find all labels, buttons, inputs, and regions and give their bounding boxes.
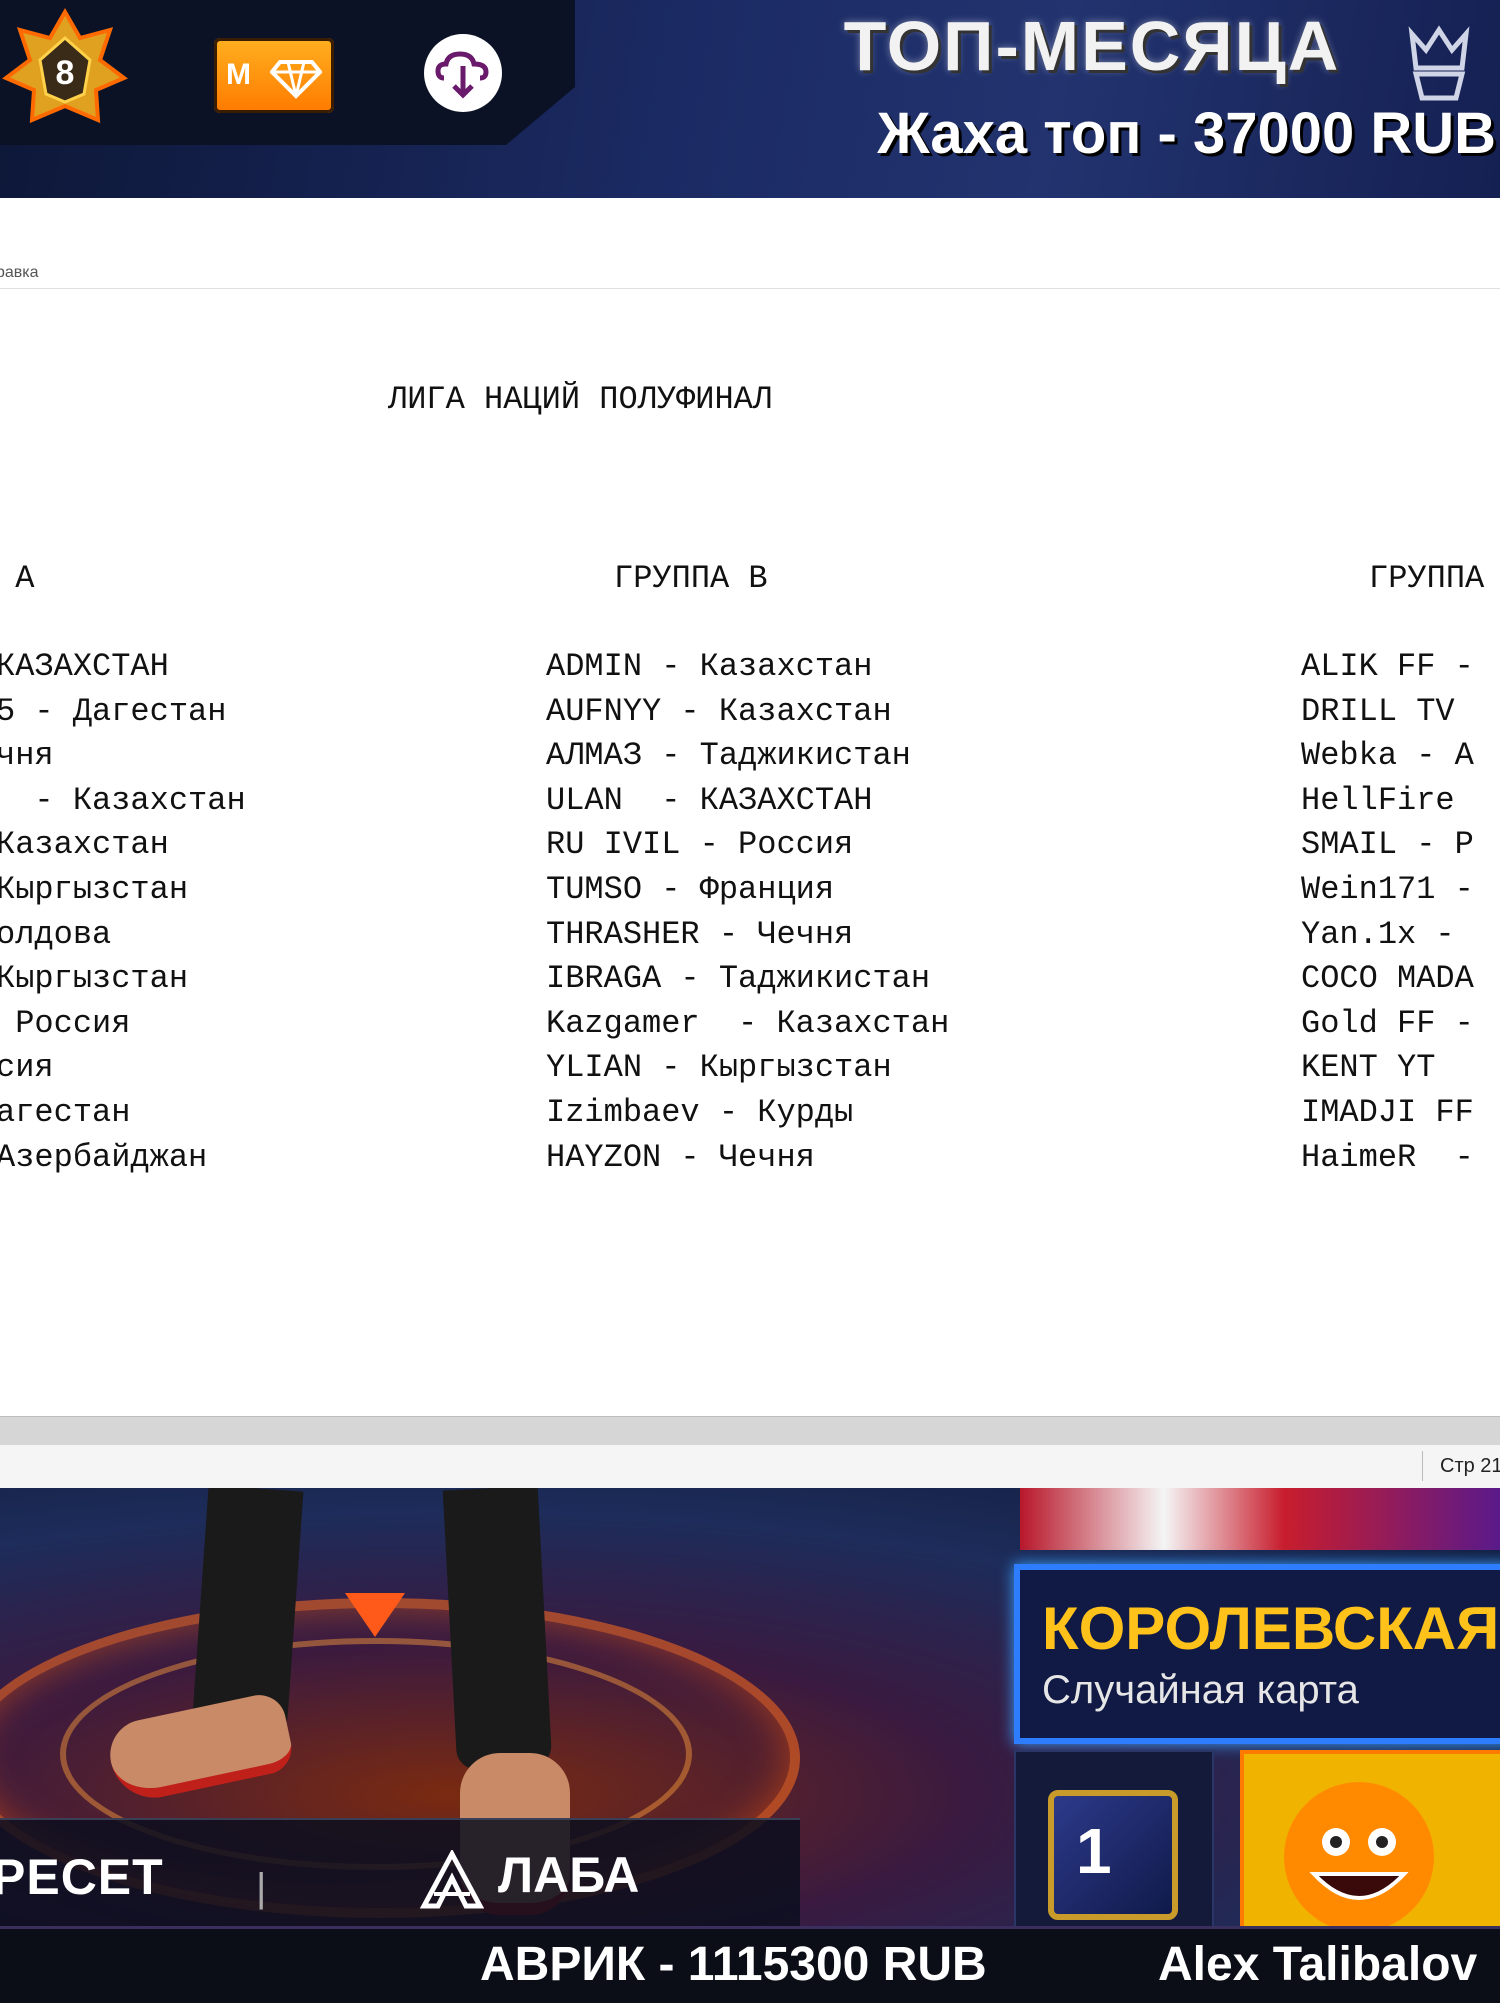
list-item: чня [0, 737, 54, 775]
cloud-download-icon[interactable] [424, 34, 502, 112]
smile-face-icon [1284, 1782, 1434, 1926]
list-item: Азербайджан [0, 1138, 208, 1176]
list-item: 5 - Дагестан [0, 692, 227, 730]
list-item: HAYZON - Чечня [546, 1138, 815, 1176]
list-item: HellFire [1301, 781, 1455, 819]
dice-number: 1 [1076, 1815, 1112, 1887]
list-item: Gold FF - [1301, 1004, 1474, 1042]
rank-badge-icon[interactable]: 8 [2, 8, 128, 134]
ticker-item: Alex Talibalov [1158, 1938, 1478, 1991]
list-item: YLIAN - Кыргызстан [546, 1049, 892, 1087]
top-month-title: ТОП-МЕСЯЦА [843, 7, 1341, 85]
status-separator [1422, 1451, 1423, 1481]
list-item: Кыргызстан [0, 870, 189, 908]
list-item: ULAN - КАЗАХСТАН [546, 781, 873, 819]
list-item: SMAIL - Р [1301, 826, 1474, 864]
menu-bar: равка [0, 264, 1500, 289]
list-item: агестан [0, 1093, 131, 1131]
diamond-button[interactable]: M [214, 38, 334, 113]
group-c-header: ГРУППА [1369, 560, 1485, 597]
list-item: TUMSO - Франция [546, 870, 835, 908]
document-title: ЛИГА НАЦИЙ ПОЛУФИНАЛ [388, 381, 773, 418]
list-item: Россия [0, 1004, 131, 1042]
list-item: КАЗАХСТАН [0, 648, 169, 685]
list-item: Казахстан [0, 826, 169, 864]
button-divider: | [256, 1866, 267, 1910]
list-item: Кыргызстан [0, 960, 189, 998]
list-item: COCO MADA [1301, 960, 1474, 998]
document-viewer: равка ЛИГА НАЦИЙ ПОЛУФИНАЛ А ГРУППА В ГР… [0, 198, 1500, 1489]
list-item: AUFNYY - Казахстан [546, 692, 892, 730]
list-item: THRASHER - Чечня [546, 915, 854, 953]
top-banner: 8 M ТОП-МЕСЯЦА Жаха топ - 37000 RUB [0, 0, 1500, 198]
top-prize-text: Жаха топ - 37000 RUB [877, 101, 1496, 166]
list-item: олдова [0, 915, 112, 953]
ticker-item: АВРИК - 1115300 RUB [480, 1938, 987, 1991]
group-b-header: ГРУППА В [614, 560, 768, 597]
donation-ticker: АВРИК - 1115300 RUB Alex Talibalov [0, 1926, 1500, 2003]
list-item: Yan.1x - [1301, 915, 1455, 953]
group-b-list: ADMIN - Казахстан AUFNYY - Казахстан АЛМ… [546, 645, 949, 1180]
crown-icon [1408, 25, 1470, 101]
list-item: KENT YT [1301, 1049, 1436, 1087]
diamond-label: M [226, 58, 251, 91]
page-indicator: Стр 21 [1440, 1455, 1500, 1477]
event-tile[interactable] [1240, 1750, 1500, 1926]
game-mode-title: КОРОЛЕВСКАЯ БИ [1042, 1595, 1500, 1662]
preset-button[interactable]: РЕСЕТ [0, 1848, 164, 1906]
list-item: IBRAGA - Таджикистан [546, 960, 931, 998]
dice-icon: 1 [1048, 1790, 1178, 1920]
list-item: HaimeR - [1301, 1138, 1474, 1176]
list-item: сия [0, 1049, 54, 1087]
mode-banner-strip [1020, 1488, 1500, 1550]
menu-item-fragment[interactable]: равка [0, 264, 39, 282]
list-item: Izimbaev - Курды [546, 1093, 854, 1131]
status-bar: Стр 21 [0, 1445, 1500, 1489]
list-item: DRILL TV [1301, 692, 1455, 730]
top-left-panel: 8 M [0, 0, 575, 145]
list-item: IMADJI FF [1301, 1093, 1474, 1131]
group-a-list: КАЗАХСТАН 5 - Дагестан чня - Казахстан К… [0, 645, 246, 1180]
lab-button[interactable]: ЛАБА [498, 1846, 639, 1904]
game-lobby-scene: РЕСЕТ | ЛАБА КОРОЛЕВСКАЯ БИ Случайная ка… [0, 1488, 1500, 1926]
list-item: АЛМАЗ - Таджикистан [546, 737, 911, 775]
group-a-header: А [15, 560, 35, 597]
group-c-list: ALIK FF - DRILL TV Webka - А HellFire SM… [1301, 645, 1474, 1180]
list-item: - Казахстан [0, 781, 246, 819]
list-item: ALIK FF - [1301, 648, 1474, 685]
diamond-icon [270, 60, 322, 99]
game-mode-subtitle: Случайная карта [1042, 1668, 1359, 1712]
dice-tile[interactable]: 1 [1014, 1750, 1214, 1926]
list-item: Wein171 - [1301, 870, 1474, 908]
arrow-marker-icon [345, 1593, 405, 1637]
rank-number: 8 [56, 54, 75, 92]
list-item: ADMIN - Казахстан [546, 648, 873, 685]
list-item: Webka - А [1301, 737, 1474, 775]
lab-logo-icon[interactable] [420, 1850, 484, 1910]
character-right-leg [442, 1488, 553, 1771]
list-item: RU IVIL - Россия [546, 826, 854, 864]
horizontal-scrollbar[interactable] [0, 1416, 1500, 1445]
game-mode-card[interactable]: КОРОЛЕВСКАЯ БИ Случайная карта [1014, 1564, 1500, 1744]
list-item: Kazgamer - Казахстан [546, 1004, 950, 1042]
